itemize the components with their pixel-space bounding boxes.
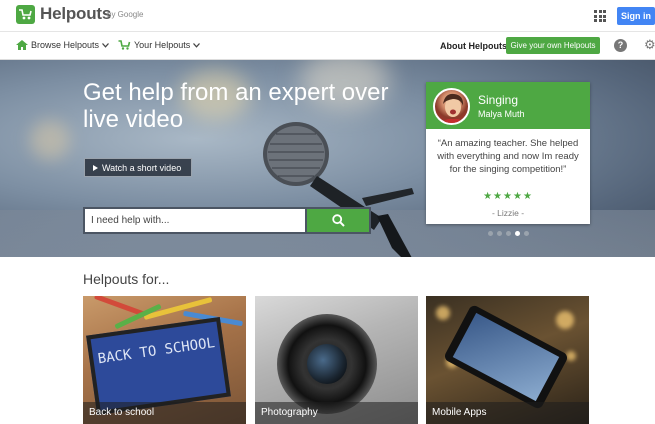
expert-avatar — [433, 88, 470, 125]
carousel-dots — [488, 231, 529, 236]
search-icon — [331, 214, 345, 227]
category-tile-photography[interactable]: Photography — [255, 296, 418, 424]
carousel-dot[interactable] — [506, 231, 511, 236]
carousel-dot[interactable] — [524, 231, 529, 236]
hero-title: Get help from an expert over live video — [83, 79, 389, 133]
carousel-dot[interactable] — [497, 231, 502, 236]
browse-helpouts-label: Browse Helpouts — [31, 40, 100, 50]
carousel-dot[interactable] — [488, 231, 493, 236]
help-icon[interactable]: ? — [614, 39, 627, 52]
search-bar — [83, 207, 371, 234]
home-icon — [16, 40, 28, 50]
sign-in-button[interactable]: Sign in — [617, 7, 655, 25]
category-tile-label: Back to school — [83, 402, 246, 424]
give-your-own-helpouts-button[interactable]: Give your own Helpouts — [506, 37, 600, 54]
your-helpouts-label: Your Helpouts — [134, 40, 191, 50]
chalkboard-art: BACK TO SCHOOL — [86, 316, 231, 416]
testimonial-header: Singing Malya Muth — [426, 82, 590, 129]
section-title: Helpouts for... — [83, 271, 170, 287]
testimonial-category: Singing — [478, 93, 519, 107]
testimonial-expert-name: Malya Muth — [478, 109, 525, 119]
chevron-down-icon — [193, 42, 201, 48]
watch-video-label: Watch a short video — [102, 162, 182, 173]
apps-grid-icon[interactable] — [594, 10, 606, 22]
category-tile-back-to-school[interactable]: BACK TO SCHOOL Back to school — [83, 296, 246, 424]
testimonial-card[interactable]: Singing Malya Muth “An amazing teacher. … — [426, 82, 590, 224]
category-tile-mobile-apps[interactable]: Mobile Apps — [426, 296, 589, 424]
watch-video-button[interactable]: Watch a short video — [84, 158, 192, 177]
helpouts-logo-icon[interactable] — [16, 5, 35, 24]
about-helpouts-link[interactable]: About Helpouts — [440, 41, 507, 51]
gear-icon[interactable]: ⚙ — [644, 38, 655, 52]
rating-stars: ★★★★★ — [483, 191, 533, 202]
play-icon — [93, 164, 98, 171]
testimonial-quote: “An amazing teacher. She helped with eve… — [437, 138, 579, 175]
cart-icon — [118, 40, 131, 50]
top-bar: Helpouts by Google Sign in — [0, 0, 655, 32]
smartphone-image — [442, 303, 570, 411]
search-input[interactable] — [85, 209, 305, 232]
search-button[interactable] — [307, 209, 369, 232]
your-helpouts-menu[interactable]: Your Helpouts — [118, 40, 201, 50]
browse-helpouts-menu[interactable]: Browse Helpouts — [16, 40, 110, 50]
category-tile-label: Mobile Apps — [426, 402, 589, 424]
chevron-down-icon — [102, 42, 110, 48]
testimonial-author: - Lizzie - — [491, 208, 525, 218]
nav-bar: Browse Helpouts Your Helpouts About Help… — [0, 32, 655, 60]
logo-text[interactable]: Helpouts — [40, 4, 111, 24]
carousel-dot[interactable] — [515, 231, 520, 236]
logo-by-google: by Google — [107, 10, 144, 19]
category-tile-label: Photography — [255, 402, 418, 424]
